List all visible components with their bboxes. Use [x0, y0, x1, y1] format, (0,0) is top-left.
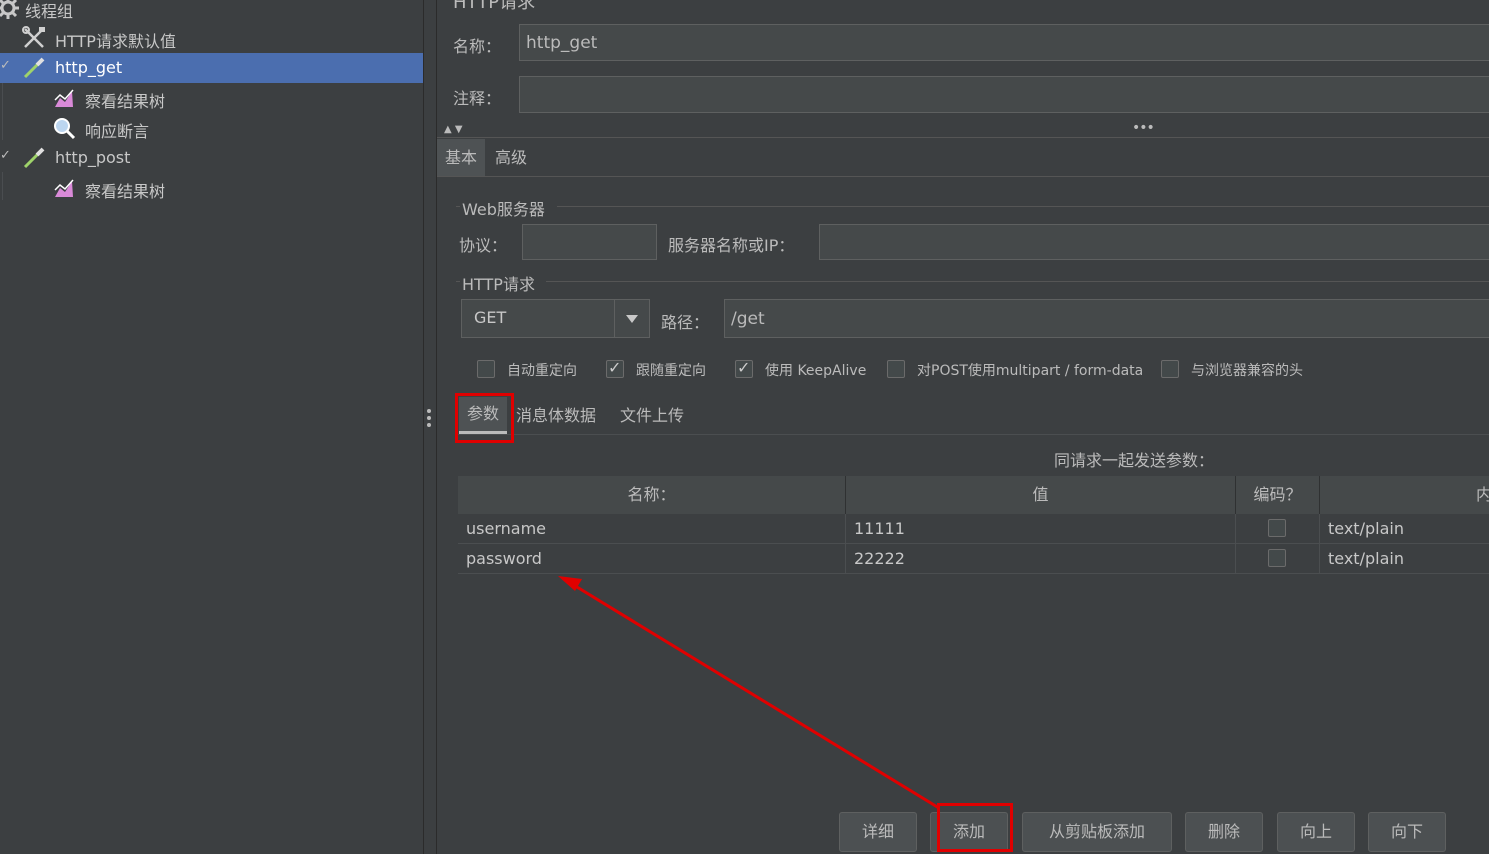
annotation-arrow-icon — [558, 576, 940, 810]
